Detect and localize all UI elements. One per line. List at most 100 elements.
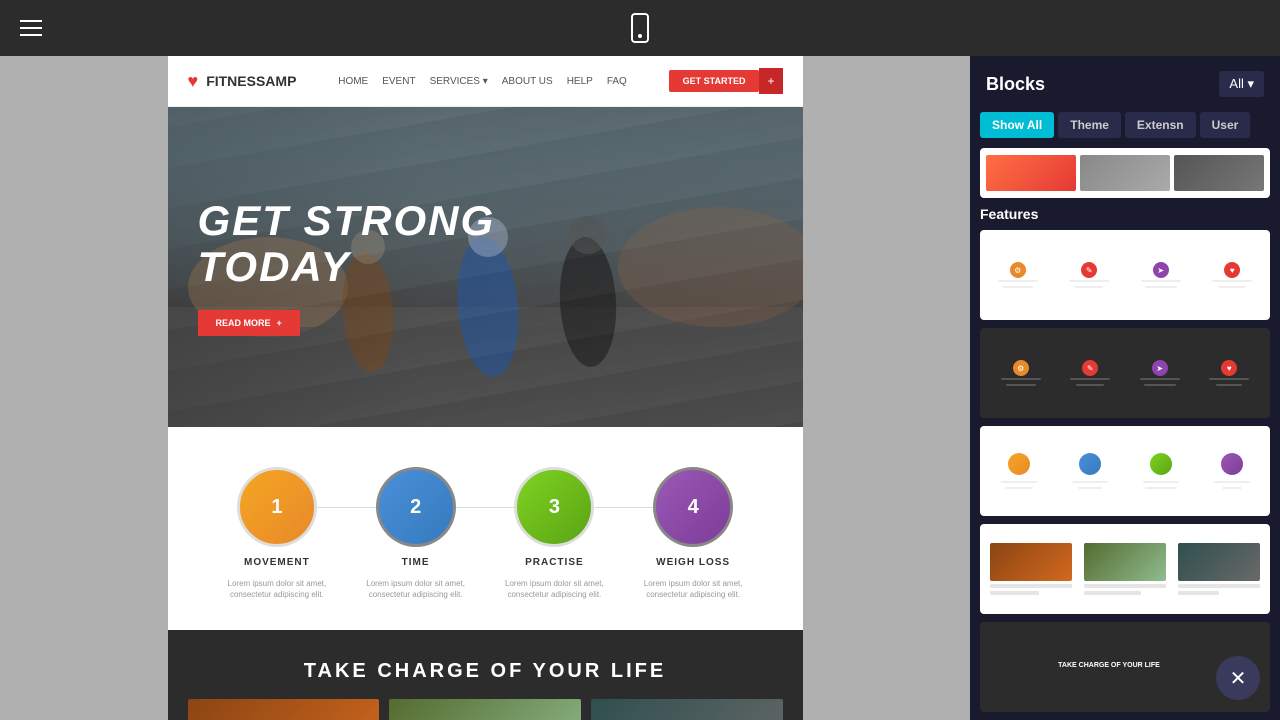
bp-dark-text-2: [1070, 378, 1110, 380]
bp-icon-3: ➤: [1153, 262, 1169, 278]
bp-feat-item-1: ⚙: [998, 262, 1038, 288]
bp-person-3: [1150, 453, 1172, 475]
bp-dark-text-2b: [1076, 384, 1104, 386]
canvas-area[interactable]: ♥ FITNESSAMP HOME EVENT SERVICES ▾ ABOUT…: [0, 56, 970, 720]
nav-plus-button[interactable]: +: [759, 68, 782, 94]
bp-text-4: [1212, 280, 1252, 282]
hamburger-menu[interactable]: [20, 20, 42, 36]
bp-person-text-1b: [1005, 487, 1033, 489]
block-card-top-partial[interactable]: [980, 148, 1270, 198]
all-dropdown-button[interactable]: All ▾: [1219, 71, 1264, 97]
feature-circle-1: 1: [237, 467, 317, 547]
bp-icon-2: ✎: [1081, 262, 1097, 278]
bp-text-4b: [1219, 286, 1245, 288]
bp-dark-item-2: ✎: [1070, 360, 1110, 386]
bp-dark-text-1b: [1006, 384, 1036, 386]
bp-person-text-4: [1214, 481, 1250, 483]
panel-title: Blocks: [986, 74, 1045, 95]
feature-label-1: MOVEMENT: [244, 557, 310, 568]
hero-content: GET STRONG TODAY READ MORE +: [198, 198, 496, 336]
feature-circle-3: 3: [514, 467, 594, 547]
bp-dark-text-1: [1001, 378, 1041, 380]
tab-theme[interactable]: Theme: [1058, 112, 1121, 138]
bp-takechg-card-3: [1184, 637, 1192, 697]
bp-card-text-2: [1084, 584, 1166, 588]
feature-desc-2: Lorem ipsum dolor sit amet, consectetur …: [366, 578, 466, 600]
bp-card-1: [986, 539, 1076, 599]
features-section: 1 MOVEMENT Lorem ipsum dolor sit amet, c…: [168, 427, 803, 630]
bp-dark-text-3: [1140, 378, 1180, 380]
bp-people-row: [986, 453, 1264, 489]
bp-takechg-title: TAKE CHARGE OF YOUR LIFE: [1058, 662, 1160, 669]
charge-img-1: ABC GOOD MORNING: [188, 699, 380, 720]
bp-takechg-card-2: [1172, 637, 1180, 697]
panel-content[interactable]: Features ⚙ ✎ ➤: [970, 148, 1280, 720]
bp-dark-icon-4: ♥: [1221, 360, 1237, 376]
charge-img-2: ABC GOOD MORNING: [389, 699, 581, 720]
bp-dark-icon-3: ➤: [1152, 360, 1168, 376]
tab-extensn[interactable]: Extensn: [1125, 112, 1196, 138]
block-preview-features-dark: ⚙ ✎ ➤ ♥: [980, 328, 1270, 418]
bp-text-1: [998, 280, 1038, 282]
bp-feat-item-2: ✎: [1069, 262, 1109, 288]
nav-services[interactable]: SERVICES ▾: [430, 76, 488, 87]
main-area: ♥ FITNESSAMP HOME EVENT SERVICES ▾ ABOUT…: [0, 56, 1280, 720]
feature-circle-2: 2: [376, 467, 456, 547]
nav-event[interactable]: EVENT: [382, 76, 415, 87]
block-card-features-people[interactable]: [980, 426, 1270, 516]
block-card-features-light[interactable]: ⚙ ✎ ➤ ♥: [980, 230, 1270, 320]
bp-person-1: [1008, 453, 1030, 475]
nav-help[interactable]: HELP: [567, 76, 593, 87]
feature-circle-4: 4: [653, 467, 733, 547]
block-preview-partial: [980, 148, 1270, 198]
block-card-features-dark[interactable]: ⚙ ✎ ➤ ♥: [980, 328, 1270, 418]
bp-person-item-1: [1001, 453, 1037, 489]
bp-person-item-4: [1214, 453, 1250, 489]
features-row: 1 MOVEMENT Lorem ipsum dolor sit amet, c…: [188, 467, 783, 600]
site-nav: ♥ FITNESSAMP HOME EVENT SERVICES ▾ ABOUT…: [168, 56, 803, 107]
feature-desc-4: Lorem ipsum dolor sit amet, consectetur …: [643, 578, 743, 600]
bp-takechg-cards: [1160, 637, 1192, 697]
bp-card-img-2: [1084, 543, 1166, 581]
bp-dark-icon-2: ✎: [1082, 360, 1098, 376]
bp-dark-item-1: ⚙: [1001, 360, 1041, 386]
charge-images: ABC GOOD MORNING ABC GOOD MORNING ABC GO…: [188, 699, 783, 720]
bp-text-2: [1069, 280, 1109, 282]
feature-desc-3: Lorem ipsum dolor sit amet, consectetur …: [504, 578, 604, 600]
hero-cta-button[interactable]: READ MORE +: [198, 310, 300, 336]
bp-card-text-2b: [1084, 591, 1141, 595]
tab-show-all[interactable]: Show All: [980, 112, 1054, 138]
bp-dark-item-4: ♥: [1209, 360, 1249, 386]
bp-card-text-1b: [990, 591, 1039, 595]
bp-dark-icon-1: ⚙: [1013, 360, 1029, 376]
bp-card-3: [1174, 539, 1264, 599]
bp-card-img-3: [1178, 543, 1260, 581]
site-logo: ♥ FITNESSAMP: [188, 71, 297, 92]
site-nav-links: HOME EVENT SERVICES ▾ ABOUT US HELP FAQ: [316, 76, 648, 87]
charge-title: TAKE CHARGE OF YOUR LIFE: [188, 660, 783, 683]
bp-feat-item-4: ♥: [1212, 262, 1252, 288]
bp-dark-text-3b: [1144, 384, 1176, 386]
feature-desc-1: Lorem ipsum dolor sit amet, consectetur …: [227, 578, 327, 600]
bp-card-text-3b: [1178, 591, 1219, 595]
bp-text-3: [1141, 280, 1181, 282]
bp-dark-text-4b: [1216, 384, 1242, 386]
bp-card-text-1: [990, 584, 1072, 588]
nav-home[interactable]: HOME: [338, 76, 368, 87]
feature-label-3: PRACTISE: [525, 557, 584, 568]
nav-about[interactable]: ABOUT US: [502, 76, 553, 87]
block-card-features-cards[interactable]: [980, 524, 1270, 614]
feature-label-2: TIME: [402, 557, 430, 568]
logo-text: FITNESSAMP: [206, 73, 296, 89]
bp-person-4: [1221, 453, 1243, 475]
close-panel-button[interactable]: ✕: [1216, 656, 1260, 700]
bp-person-text-2: [1072, 481, 1108, 483]
nav-cta-button[interactable]: GET STARTED: [669, 70, 760, 92]
nav-faq[interactable]: FAQ: [607, 76, 627, 87]
bp-card-img-1: [990, 543, 1072, 581]
website-preview: ♥ FITNESSAMP HOME EVENT SERVICES ▾ ABOUT…: [168, 56, 803, 720]
bp-person-item-2: [1072, 453, 1108, 489]
hero-cta-plus-icon: +: [277, 318, 282, 328]
tab-user[interactable]: User: [1200, 112, 1251, 138]
feature-item-3: 3 PRACTISE Lorem ipsum dolor sit amet, c…: [504, 467, 604, 600]
